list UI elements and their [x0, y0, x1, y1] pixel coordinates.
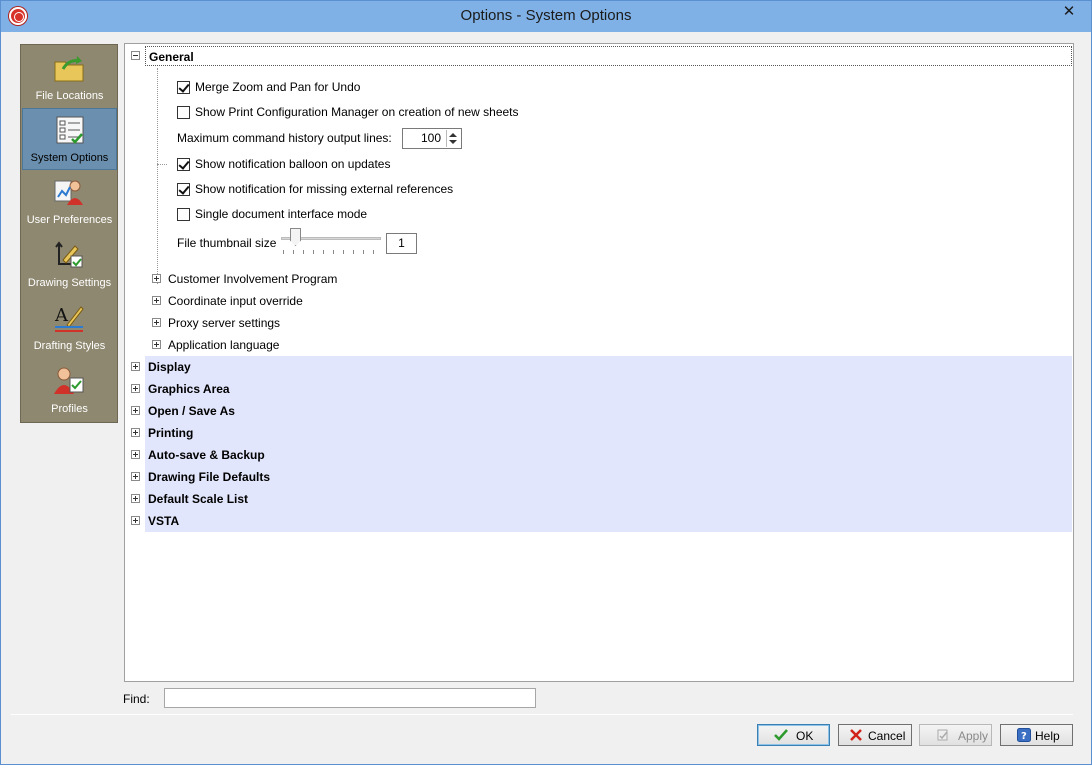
profiles-icon — [54, 367, 84, 394]
help-button-label: Help — [1035, 729, 1060, 743]
merge-zoom-checkbox[interactable] — [177, 81, 190, 94]
single-doc-checkbox[interactable] — [177, 208, 190, 221]
missing-refs-label: Show notification for missing external r… — [195, 182, 454, 196]
missing-refs-checkbox[interactable] — [177, 183, 190, 196]
notification-balloon-checkbox[interactable] — [177, 158, 190, 171]
expand-subsection-icon[interactable] — [152, 318, 161, 327]
sidebar-item-file-locations[interactable]: File Locations — [22, 47, 117, 109]
subsection-proxy-server[interactable]: Proxy server settings — [168, 316, 280, 330]
options-tree: General Merge Zoom and Pan for Undo Show… — [124, 43, 1074, 682]
user-preferences-icon — [54, 180, 83, 205]
checkmark-icon — [774, 729, 788, 741]
sidebar-item-label: System Options — [30, 152, 109, 164]
collapse-general-icon[interactable] — [131, 51, 140, 60]
tree-connector — [157, 68, 158, 284]
tree-section-printing[interactable]: Printing — [145, 422, 1072, 444]
sidebar-item-label: Drawing Settings — [27, 277, 112, 289]
sidebar-item-label: User Preferences — [26, 214, 113, 226]
drawing-settings-icon — [55, 241, 83, 268]
sidebar-item-system-options[interactable]: System Options — [22, 108, 117, 170]
notification-balloon-label: Show notification balloon on updates — [195, 157, 391, 171]
expand-section-icon[interactable] — [131, 362, 140, 371]
apply-button[interactable]: Apply — [919, 724, 992, 746]
help-button[interactable]: ? Help — [1000, 724, 1073, 746]
thumbnail-size-label: File thumbnail size — [177, 236, 277, 250]
sidebar-item-profiles[interactable]: Profiles — [22, 360, 117, 422]
tree-section-drawing-file-defaults[interactable]: Drawing File Defaults — [145, 466, 1072, 488]
subsection-customer-involvement[interactable]: Customer Involvement Program — [168, 272, 337, 286]
cancel-button[interactable]: Cancel — [838, 724, 912, 746]
thumbnail-slider-thumb[interactable] — [290, 228, 301, 246]
thumbnail-size-value[interactable]: 1 — [386, 233, 417, 254]
cancel-button-label: Cancel — [868, 729, 906, 743]
cancel-x-icon — [850, 729, 862, 741]
sidebar-item-label: Profiles — [51, 403, 88, 415]
folder-arrow-icon — [54, 56, 84, 82]
max-history-label: Maximum command history output lines: — [177, 131, 392, 145]
subsection-coordinate-input[interactable]: Coordinate input override — [168, 294, 303, 308]
sidebar-item-label: File Locations — [35, 90, 104, 102]
tree-section-graphics-area[interactable]: Graphics Area — [145, 378, 1072, 400]
sidebar-item-drawing-settings[interactable]: Drawing Settings — [22, 234, 117, 296]
ok-button[interactable]: OK — [757, 724, 830, 746]
find-label: Find: — [123, 692, 150, 706]
spin-up-icon[interactable] — [449, 133, 457, 137]
tree-connector — [157, 164, 167, 165]
expand-section-icon[interactable] — [131, 384, 140, 393]
expand-section-icon[interactable] — [131, 406, 140, 415]
drafting-styles-icon: A — [54, 305, 84, 332]
options-category-sidebar: File Locations System Options User Prefe… — [20, 44, 118, 423]
expand-section-icon[interactable] — [131, 516, 140, 525]
apply-icon — [937, 729, 948, 741]
expand-section-icon[interactable] — [131, 472, 140, 481]
slider-ticks — [283, 250, 381, 254]
max-history-value: 100 — [420, 131, 441, 145]
divider — [11, 714, 1073, 715]
expand-section-icon[interactable] — [131, 450, 140, 459]
apply-button-label: Apply — [958, 729, 989, 743]
title-bar[interactable]: Options - System Options ✕ — [1, 1, 1091, 32]
close-button[interactable]: ✕ — [1053, 1, 1085, 23]
sidebar-item-user-preferences[interactable]: User Preferences — [22, 171, 117, 233]
options-dialog: Options - System Options ✕ File Location… — [0, 0, 1092, 765]
show-print-config-checkbox[interactable] — [177, 106, 190, 119]
show-print-config-label: Show Print Configuration Manager on crea… — [195, 105, 519, 119]
svg-text:A: A — [54, 305, 69, 326]
window-title: Options - System Options — [460, 7, 632, 24]
checklist-icon — [56, 116, 84, 144]
tree-section-default-scale-list[interactable]: Default Scale List — [145, 488, 1072, 510]
help-question-icon: ? — [1017, 728, 1031, 742]
tree-section-autosave[interactable]: Auto-save & Backup — [145, 444, 1072, 466]
max-history-spinbox[interactable]: 100 — [402, 128, 462, 149]
expand-subsection-icon[interactable] — [152, 274, 161, 283]
find-input[interactable] — [164, 688, 536, 708]
svg-text:?: ? — [1021, 731, 1027, 742]
single-doc-label: Single document interface mode — [195, 207, 368, 221]
tree-section-vsta[interactable]: VSTA — [145, 510, 1072, 532]
spin-down-icon[interactable] — [449, 140, 457, 144]
spin-buttons[interactable] — [446, 130, 460, 147]
sidebar-item-label: Drafting Styles — [33, 340, 106, 352]
expand-section-icon[interactable] — [131, 494, 140, 503]
expand-section-icon[interactable] — [131, 428, 140, 437]
tree-section-open-save[interactable]: Open / Save As — [145, 400, 1072, 422]
sidebar-item-drafting-styles[interactable]: A Drafting Styles — [22, 297, 117, 359]
merge-zoom-label: Merge Zoom and Pan for Undo — [195, 80, 361, 94]
ok-button-label: OK — [796, 729, 814, 743]
expand-subsection-icon[interactable] — [152, 340, 161, 349]
tree-section-display[interactable]: Display — [145, 356, 1072, 378]
tree-section-general[interactable]: General — [145, 46, 1072, 66]
subsection-application-language[interactable]: Application language — [168, 338, 279, 352]
expand-subsection-icon[interactable] — [152, 296, 161, 305]
